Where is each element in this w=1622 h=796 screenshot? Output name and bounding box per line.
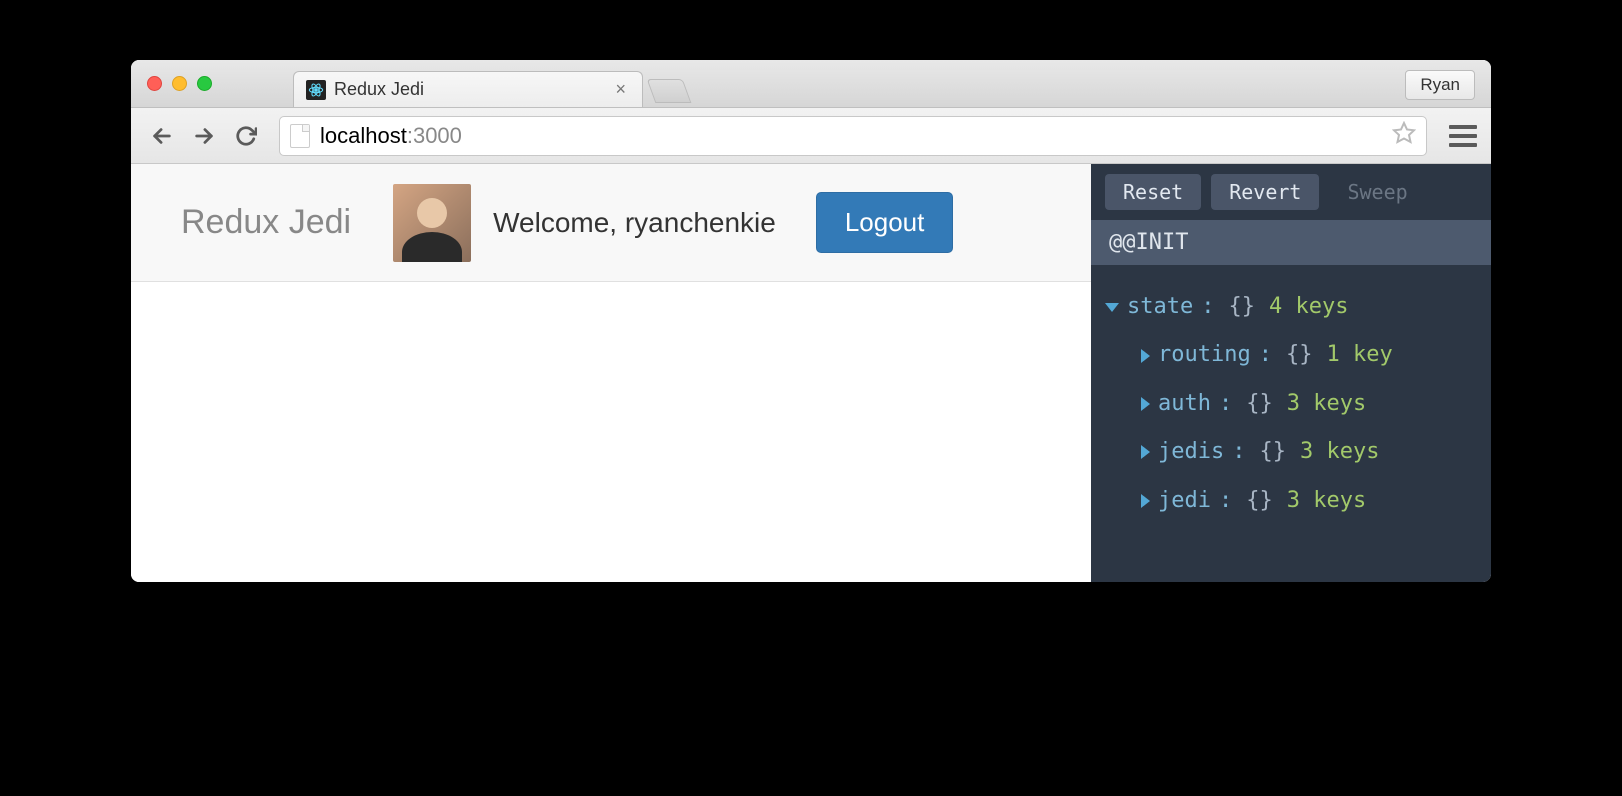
- tab-close-button[interactable]: ×: [611, 79, 630, 100]
- arrow-right-icon: [1141, 494, 1150, 508]
- menu-button[interactable]: [1449, 125, 1477, 147]
- welcome-text: Welcome, ryanchenkie: [493, 207, 776, 239]
- tree-summary: 3 keys: [1300, 428, 1379, 476]
- arrow-down-icon: [1105, 303, 1119, 312]
- devtools-toolbar: Reset Revert Sweep: [1091, 164, 1491, 220]
- url-text: localhost:3000: [320, 123, 462, 149]
- state-tree: state: {} 4 keys routing: {} 1 key auth:…: [1091, 265, 1491, 543]
- tree-summary: 3 keys: [1287, 380, 1366, 428]
- tree-braces: {}: [1246, 380, 1273, 428]
- avatar: [393, 184, 471, 262]
- revert-button[interactable]: Revert: [1211, 174, 1319, 210]
- tree-key: auth: [1158, 380, 1211, 428]
- action-row[interactable]: @@INIT: [1091, 220, 1491, 265]
- arrow-right-icon: [1141, 445, 1150, 459]
- tree-key: state: [1127, 283, 1193, 331]
- tree-child[interactable]: jedis: {} 3 keys: [1105, 428, 1477, 476]
- tab-title: Redux Jedi: [334, 79, 424, 100]
- tree-summary: 1 key: [1326, 331, 1392, 379]
- window-minimize-button[interactable]: [172, 76, 187, 91]
- tree-key: jedis: [1158, 428, 1224, 476]
- forward-button[interactable]: [187, 119, 221, 153]
- browser-toolbar: localhost:3000: [131, 108, 1491, 164]
- traffic-lights: [147, 76, 212, 91]
- title-bar: Redux Jedi × Ryan: [131, 60, 1491, 108]
- brand: Redux Jedi: [181, 203, 351, 242]
- tree-braces: {}: [1246, 477, 1273, 525]
- arrow-right-icon: [1141, 397, 1150, 411]
- address-bar[interactable]: localhost:3000: [279, 116, 1427, 156]
- url-port: :3000: [407, 123, 462, 148]
- tree-key: jedi: [1158, 477, 1211, 525]
- tabs-area: Redux Jedi ×: [293, 60, 687, 107]
- tree-child[interactable]: jedi: {} 3 keys: [1105, 477, 1477, 525]
- bookmark-star-icon[interactable]: [1392, 121, 1416, 150]
- window-maximize-button[interactable]: [197, 76, 212, 91]
- logout-button[interactable]: Logout: [816, 192, 954, 253]
- react-favicon-icon: [306, 80, 326, 100]
- tree-child[interactable]: auth: {} 3 keys: [1105, 380, 1477, 428]
- profile-button[interactable]: Ryan: [1405, 70, 1475, 100]
- redux-devtools: Reset Revert Sweep @@INIT state: {} 4 ke…: [1091, 164, 1491, 582]
- tree-braces: {}: [1286, 331, 1313, 379]
- sweep-button[interactable]: Sweep: [1329, 174, 1425, 210]
- reload-button[interactable]: [229, 119, 263, 153]
- tree-braces: {}: [1228, 283, 1255, 331]
- tree-braces: {}: [1259, 428, 1286, 476]
- browser-window: Redux Jedi × Ryan localhost:3000: [131, 60, 1491, 582]
- reset-button[interactable]: Reset: [1105, 174, 1201, 210]
- tree-root[interactable]: state: {} 4 keys: [1105, 283, 1477, 331]
- page-content: Redux Jedi Welcome, ryanchenkie Logout: [131, 164, 1091, 582]
- content-area: Redux Jedi Welcome, ryanchenkie Logout R…: [131, 164, 1491, 582]
- app-navbar: Redux Jedi Welcome, ryanchenkie Logout: [131, 164, 1091, 282]
- tree-summary: 4 keys: [1269, 283, 1348, 331]
- back-button[interactable]: [145, 119, 179, 153]
- new-tab-button[interactable]: [647, 79, 692, 103]
- arrow-right-icon: [1141, 349, 1150, 363]
- window-close-button[interactable]: [147, 76, 162, 91]
- page-icon: [290, 124, 310, 148]
- tree-summary: 3 keys: [1287, 477, 1366, 525]
- tree-key: routing: [1158, 331, 1251, 379]
- tree-child[interactable]: routing: {} 1 key: [1105, 331, 1477, 379]
- url-host: localhost: [320, 123, 407, 148]
- browser-tab[interactable]: Redux Jedi ×: [293, 71, 643, 107]
